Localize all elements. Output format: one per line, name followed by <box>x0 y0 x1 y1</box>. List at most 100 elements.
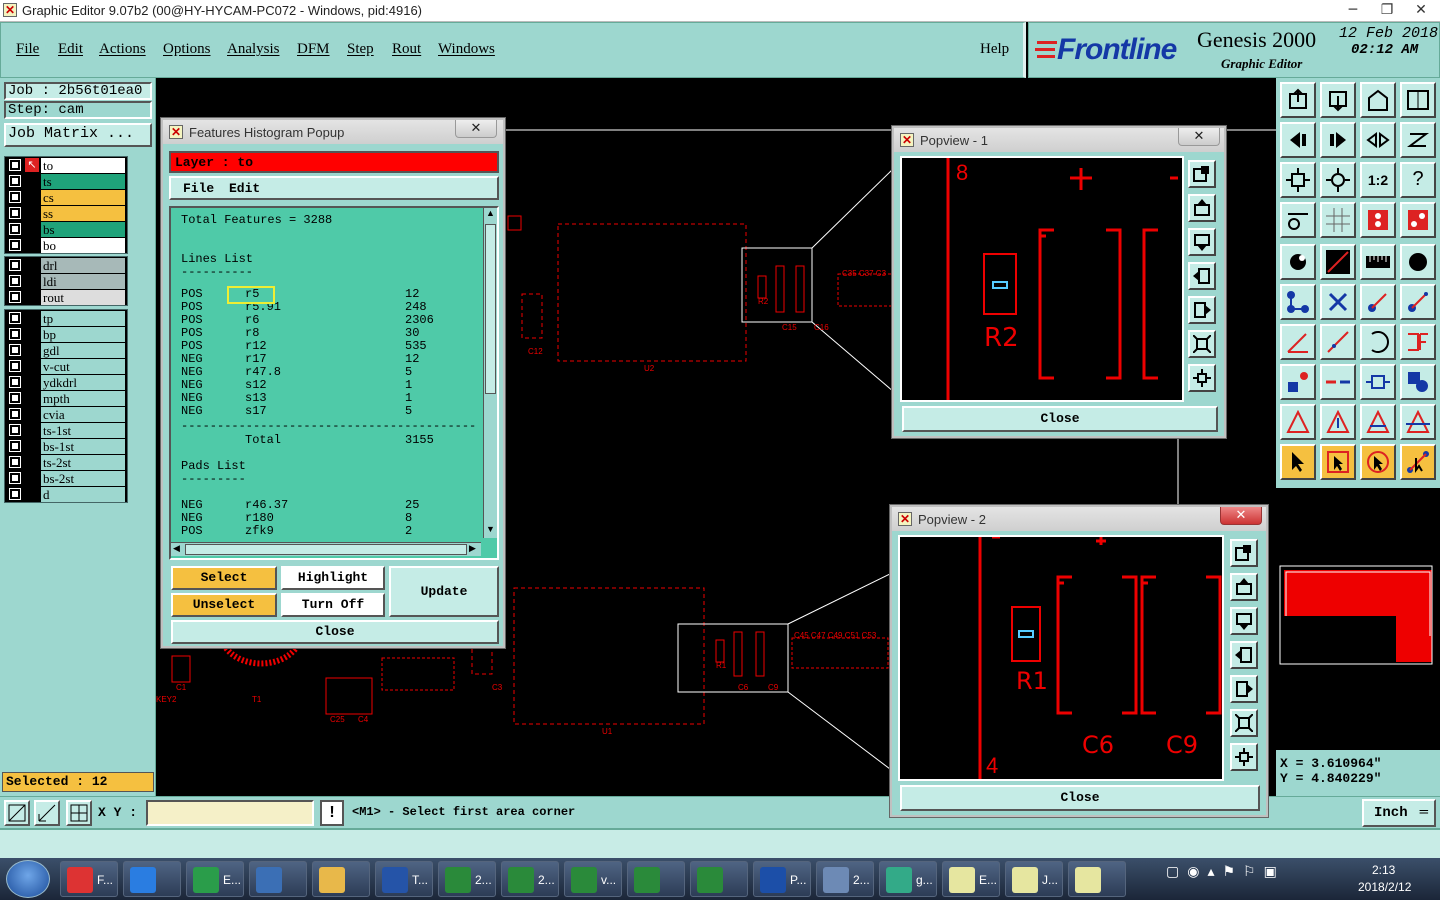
scroll-down-icon[interactable]: ▼ <box>485 524 496 538</box>
menu-file[interactable]: File <box>16 41 39 58</box>
layer-checkbox[interactable] <box>9 488 21 500</box>
layer-checkbox[interactable] <box>9 259 21 271</box>
layer-checkbox[interactable] <box>9 239 21 251</box>
taskbar-app-button[interactable] <box>690 861 748 897</box>
pan-right-icon[interactable] <box>1320 122 1356 158</box>
pv-up-icon[interactable] <box>1188 194 1216 222</box>
layer-checkbox[interactable] <box>9 207 21 219</box>
start-button[interactable] <box>6 860 50 898</box>
layer-row[interactable]: bs-1st <box>9 439 125 454</box>
arc-icon[interactable] <box>1360 324 1396 360</box>
taskbar-app-button[interactable]: F... <box>60 861 118 897</box>
layer-row[interactable]: bo <box>9 238 125 253</box>
layer-row[interactable]: bp <box>9 327 125 342</box>
scroll-up-icon[interactable]: ▲ <box>485 208 496 222</box>
pv-center-icon[interactable] <box>1230 743 1258 771</box>
pv-left-icon[interactable] <box>1188 262 1216 290</box>
pan-left-icon[interactable] <box>1280 122 1316 158</box>
pv-down-icon[interactable] <box>1188 228 1216 256</box>
layer-checkbox[interactable] <box>9 328 21 340</box>
scroll-left-icon[interactable]: ◀ <box>173 543 180 554</box>
layer-row[interactable]: drl <box>9 258 125 273</box>
layer-checkbox[interactable] <box>9 191 21 203</box>
layer-row[interactable]: tp <box>9 311 125 326</box>
resize-icon[interactable] <box>1360 364 1396 400</box>
menu-analysis[interactable]: Analysis <box>227 41 280 58</box>
measure-icon[interactable] <box>1320 244 1356 280</box>
highlight-button[interactable]: Highlight <box>281 566 385 590</box>
taskbar-app-button[interactable] <box>312 861 370 897</box>
export-icon[interactable] <box>1320 82 1356 118</box>
scroll-thumb[interactable] <box>485 224 496 394</box>
overview-map[interactable] <box>1276 488 1440 750</box>
taskbar-app-button[interactable]: T... <box>375 861 433 897</box>
line-pad-icon[interactable] <box>1360 284 1396 320</box>
layer-row[interactable]: ts-2st <box>9 455 125 470</box>
select-box-icon[interactable] <box>1320 444 1356 480</box>
units-select[interactable]: Inch ═ <box>1362 799 1436 827</box>
triangle-bar-icon[interactable] <box>1360 404 1396 440</box>
horizontal-scrollbar[interactable]: ◀ ▶ <box>171 542 481 556</box>
taskbar-app-button[interactable]: E... <box>186 861 244 897</box>
line-aperture[interactable]: s17 <box>245 405 267 418</box>
popview1-close-icon[interactable]: ✕ <box>1178 128 1220 146</box>
feature-list[interactable]: Total Features = 3288 Lines List -------… <box>169 206 499 560</box>
taskbar-app-button[interactable]: E... <box>942 861 1000 897</box>
mirror-icon[interactable] <box>1360 122 1396 158</box>
system-tray-icons[interactable]: ▢◉▴⚑⚐▣ <box>1166 864 1346 894</box>
layer-checkbox[interactable] <box>9 223 21 235</box>
layer-checkbox[interactable] <box>9 440 21 452</box>
taskbar-app-button[interactable] <box>249 861 307 897</box>
building-icon[interactable] <box>1360 82 1396 118</box>
pv-up-icon[interactable] <box>1230 573 1258 601</box>
layer-checkbox[interactable] <box>9 175 21 187</box>
pad-icon[interactable] <box>1400 244 1436 280</box>
menu-windows[interactable]: Windows <box>438 41 495 58</box>
popview2-close-button[interactable]: Close <box>900 785 1260 811</box>
taskbar-app-button[interactable]: P... <box>753 861 811 897</box>
layer-row[interactable]: mpth <box>9 391 125 406</box>
taskbar-app-button[interactable]: g... <box>879 861 937 897</box>
redraw-icon[interactable] <box>1400 122 1436 158</box>
layer-color-alt-icon[interactable] <box>1400 202 1436 238</box>
layer-checkbox[interactable] <box>9 408 21 420</box>
pv-down-icon[interactable] <box>1230 607 1258 635</box>
grid-icon[interactable] <box>1320 202 1356 238</box>
layer-row[interactable]: cs <box>9 190 125 205</box>
pv-fit-icon[interactable] <box>1188 330 1216 358</box>
histogram-close-button[interactable]: Close <box>171 620 499 644</box>
taskbar-app-button[interactable]: J... <box>1005 861 1063 897</box>
pad-symbol[interactable]: zfk9 <box>245 525 274 538</box>
histogram-menu-edit[interactable]: Edit <box>229 181 260 196</box>
select-button[interactable]: Select <box>171 566 277 590</box>
popview1-close-button[interactable]: Close <box>902 406 1218 432</box>
group-icon[interactable] <box>1400 364 1436 400</box>
layer-row[interactable]: ts <box>9 174 125 189</box>
menu-edit[interactable]: Edit <box>58 41 83 58</box>
hscroll-thumb[interactable] <box>185 544 467 555</box>
layer-checkbox[interactable] <box>9 456 21 468</box>
ruler-icon[interactable] <box>1360 244 1396 280</box>
layer-row[interactable]: ts-1st <box>9 423 125 438</box>
update-button[interactable]: Update <box>389 566 499 617</box>
window-icon[interactable] <box>1400 82 1436 118</box>
menu-rout[interactable]: Rout <box>392 41 421 58</box>
line-pad-alt-icon[interactable] <box>1400 284 1436 320</box>
pv-center-icon[interactable] <box>1188 364 1216 392</box>
layer-checkbox[interactable] <box>9 360 21 372</box>
menu-dfm[interactable]: DFM <box>297 41 330 58</box>
taskbar-app-button[interactable] <box>123 861 181 897</box>
angle-icon[interactable] <box>1280 324 1316 360</box>
histogram-menu-file[interactable]: File <box>183 181 214 196</box>
popview2-close-icon[interactable]: ✕ <box>1220 507 1262 525</box>
grid-toggle-icon[interactable] <box>66 800 92 826</box>
taskbar-app-button[interactable]: 2... <box>501 861 559 897</box>
taskbar-app-button[interactable]: 2... <box>438 861 496 897</box>
home-icon[interactable] <box>1280 82 1316 118</box>
layer-row[interactable]: cvia <box>9 407 125 422</box>
scale-1to2-icon[interactable]: 1:2 <box>1360 162 1396 198</box>
zoom-fit-icon[interactable] <box>1280 162 1316 198</box>
connect-icon[interactable] <box>1280 284 1316 320</box>
pv-fit-icon[interactable] <box>1230 709 1258 737</box>
layer-checkbox[interactable] <box>9 344 21 356</box>
